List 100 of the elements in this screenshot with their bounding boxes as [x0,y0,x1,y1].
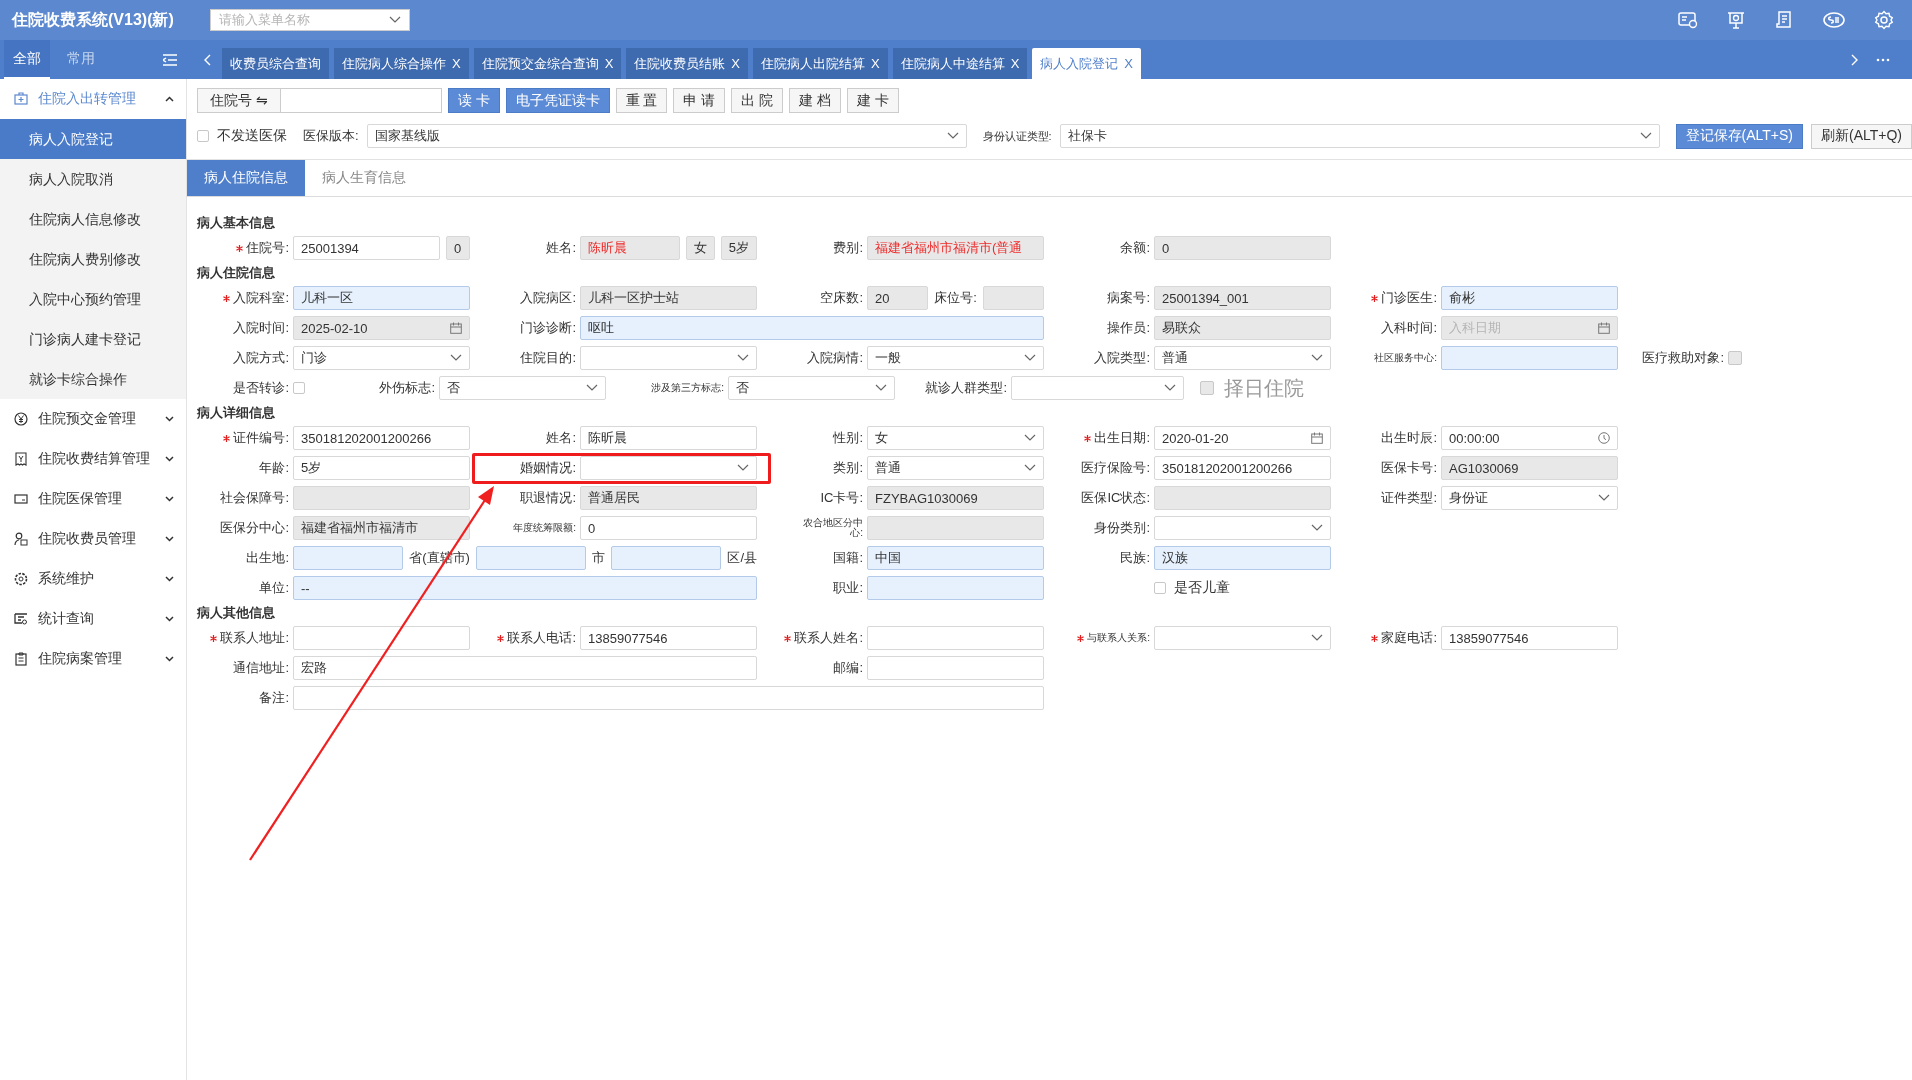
text-field[interactable]: 汉族 [1154,546,1331,570]
checkbox[interactable] [1154,582,1166,594]
dropdown-field[interactable] [1154,626,1331,650]
text-field[interactable] [475,546,587,570]
menu-item[interactable]: 住院病人费别修改 [0,239,186,279]
dropdown-field[interactable]: 国家基线版 [366,124,967,148]
tab[interactable]: 住院病人综合操作 X [334,48,469,79]
scroll-right-icon[interactable] [1851,53,1859,66]
date-field[interactable]: 2020-01-20 [1154,426,1331,450]
text-field[interactable]: 0 [446,236,470,260]
text-field[interactable]: 350181202001200266 [293,426,470,450]
dropdown-field[interactable] [580,346,757,370]
dropdown-field[interactable]: 女 [867,426,1044,450]
dropdown-field[interactable]: 普通 [1154,346,1331,370]
text-field[interactable]: 13859077546 [1441,626,1618,650]
dropdown-field[interactable] [1011,376,1184,400]
text-field[interactable] [1441,346,1618,370]
close-tab-button[interactable]: X [452,56,461,71]
presentation-icon[interactable] [1726,10,1746,30]
dropdown-field[interactable]: 门诊 [293,346,470,370]
text-field[interactable]: -- [293,576,757,600]
scroll-left-icon[interactable] [203,53,211,66]
text-field[interactable]: 俞彬 [1441,286,1618,310]
text-field[interactable]: 儿科一区护士站 [580,286,757,310]
text-field[interactable]: 儿科一区 [293,286,470,310]
text-field[interactable] [293,546,404,570]
dropdown-field[interactable]: 身份证 [1441,486,1618,510]
date-field[interactable]: 2025-02-10 [293,316,470,340]
subtab[interactable]: 病人住院信息 [187,160,305,196]
menu-icon[interactable] [163,53,177,66]
text-field[interactable] [867,576,1044,600]
dropdown-field[interactable] [580,456,757,480]
dropdown-field[interactable]: 否 [439,376,606,400]
toolbar-button[interactable]: 重 置 [615,88,668,113]
text-field[interactable] [611,546,722,570]
close-tab-button[interactable]: X [731,56,740,71]
toolbar-button[interactable]: 出 院 [731,88,784,113]
text-field[interactable]: 易联众 [1154,316,1331,340]
toolbar-button[interactable]: 申 请 [673,88,726,113]
action-button[interactable]: 刷新(ALT+Q) [1811,123,1912,149]
text-field[interactable] [293,686,1044,710]
tab[interactable]: 住院病人出院结算 X [753,48,888,79]
menu-group[interactable]: 系统维护 [0,559,186,599]
text-field[interactable]: FZYBAG1030069 [867,486,1044,510]
dropdown-field[interactable] [1154,516,1331,540]
text-field[interactable]: 0 [580,516,757,540]
menu-group[interactable]: 住院医保管理 [0,479,186,519]
tab[interactable]: 住院收费员结账 X [626,48,748,79]
text-field[interactable]: 25001394 [293,236,440,260]
lookup-field[interactable]: 住院号 ⇋ [197,88,442,113]
menu-item[interactable]: 入院中心预约管理 [0,279,186,319]
menu-item[interactable]: 门诊病人建卡登记 [0,319,186,359]
id-card-icon[interactable] [1678,11,1698,29]
close-tab-button[interactable]: X [1010,56,1020,71]
menu-group[interactable]: 住院预交金管理 [0,399,186,439]
menu-group[interactable]: 住院入出转管理 [0,79,186,119]
text-field[interactable]: 中国 [867,546,1044,570]
dropdown-field[interactable]: 一般 [867,346,1044,370]
tab[interactable]: 住院病人中途结算 X [892,48,1028,79]
document-icon[interactable] [1774,10,1794,30]
close-tab-button[interactable]: X [604,56,614,71]
checkbox[interactable] [293,382,305,394]
dropdown-field[interactable]: 普通 [867,456,1044,480]
tab[interactable]: 病人入院登记 X [1032,48,1142,79]
settings-icon[interactable] [1874,10,1894,30]
text-field[interactable] [982,286,1044,310]
text-field[interactable] [293,486,470,510]
close-tab-button[interactable]: X [871,56,880,71]
toolbar-button[interactable]: 建 卡 [847,88,899,113]
text-field[interactable]: 宏路 [293,656,757,680]
sidebar-tab[interactable]: 全部 [4,40,50,79]
toolbar-button[interactable]: 建 档 [789,88,842,113]
more-icon[interactable] [1876,57,1890,62]
text-field[interactable] [1154,486,1331,510]
menu-item[interactable]: 住院病人信息修改 [0,199,186,239]
text-field[interactable]: 陈昕晨 [580,426,757,450]
text-field[interactable]: 福建省福州市福清市 [293,516,470,540]
close-tab-button[interactable]: X [1124,56,1134,71]
text-field[interactable]: 20 [867,286,929,310]
text-field[interactable]: AG1030069 [1441,456,1618,480]
text-field[interactable]: 5岁 [720,236,757,260]
dropdown-field[interactable]: 否 [728,376,895,400]
text-field[interactable]: 5岁 [293,456,470,480]
tab[interactable]: 住院预交金综合查询 X [473,48,622,79]
menu-item[interactable]: 病人入院取消 [0,159,186,199]
dropdown-field[interactable]: 社保卡 [1059,124,1660,148]
text-field[interactable] [867,656,1044,680]
text-field[interactable] [867,626,1044,650]
badge-icon[interactable] [1822,11,1846,29]
menu-group[interactable]: 住院收费结算管理 [0,439,186,479]
menu-item[interactable]: 就诊卡综合操作 [0,359,186,399]
text-field[interactable]: 普通居民 [580,486,757,510]
menu-group[interactable]: 住院病案管理 [0,639,186,679]
text-field[interactable]: 13859077546 [580,626,757,650]
text-field[interactable]: 呕吐 [580,316,1044,340]
subtab[interactable]: 病人生育信息 [305,160,433,196]
tab[interactable]: 收费员综合查询 [222,48,329,79]
time-field[interactable]: 00:00:00 [1441,426,1618,450]
text-field[interactable]: 25001394_001 [1154,286,1331,310]
text-field[interactable] [293,626,470,650]
